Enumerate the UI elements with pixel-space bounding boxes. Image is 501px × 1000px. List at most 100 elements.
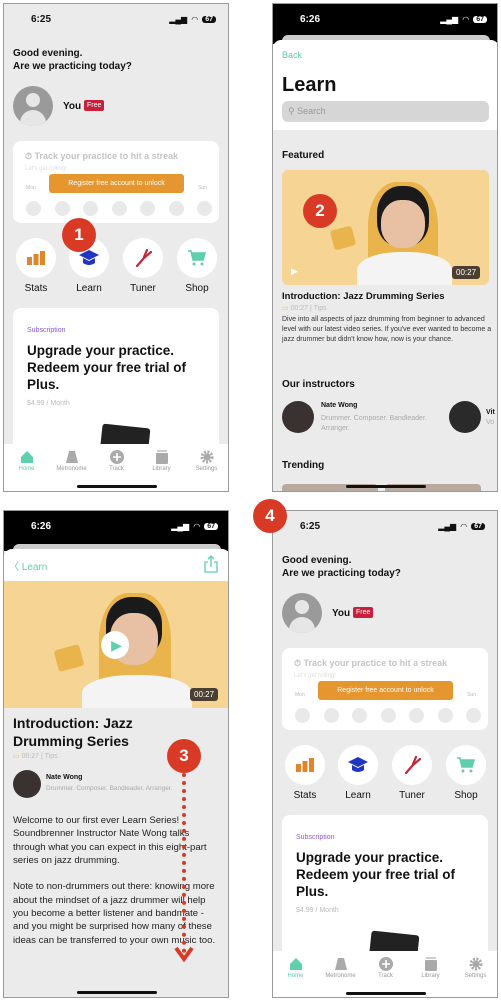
scroll-arrow-line [182, 773, 186, 953]
shop-button[interactable] [177, 238, 217, 278]
greeting: Good evening. Are we practicing today? [13, 47, 132, 73]
instructor-name[interactable]: Nate Wong [321, 402, 357, 409]
page-title: Learn [282, 74, 337, 96]
shortcut-label: Shop [454, 790, 478, 801]
shop-button[interactable] [446, 745, 486, 785]
learn-button[interactable] [338, 745, 378, 785]
instructor-role: Drummer. Composer. Bandleader. Arranger. [321, 415, 427, 432]
status-icons: ▂▄▆ ◠ 67 [169, 15, 216, 24]
instructor-name[interactable]: Nate Wong [46, 774, 82, 781]
learn-header: Back Learn ⚲ Search [273, 40, 497, 130]
wifi-icon: ◠ [460, 522, 468, 531]
back-button[interactable]: Back [282, 50, 302, 60]
timer-icon: ⏱ [294, 658, 304, 668]
wifi-icon: ◠ [191, 15, 199, 24]
day-circle [409, 708, 424, 723]
avatar[interactable] [282, 593, 322, 633]
shortcut-label: Stats [293, 790, 317, 801]
streak-title: ⏱ Track your practice to hit a streak [25, 151, 179, 161]
status-time: 6:25 [31, 14, 52, 25]
instructor-name[interactable]: Vit [486, 409, 495, 416]
share-icon[interactable] [204, 555, 218, 573]
home-indicator [346, 485, 426, 488]
signal-icon: ▂▄▆ [171, 522, 190, 531]
instructors-heading: Our instructors [282, 379, 355, 390]
tab-home[interactable]: Home [273, 957, 318, 979]
tab-home[interactable]: Home [4, 450, 49, 472]
featured-video[interactable]: ▶ 00:27 [282, 170, 489, 285]
tuner-button[interactable] [392, 745, 432, 785]
graduation-cap-icon [79, 250, 99, 265]
home-indicator [77, 991, 157, 994]
play-icon: ▶ [291, 266, 298, 276]
subscription-heading: Upgrade your practice. Redeem your free t… [296, 850, 456, 899]
cart-icon [188, 250, 206, 266]
tab-library[interactable]: Library [139, 450, 184, 472]
bar-chart-icon [296, 758, 314, 772]
register-button[interactable]: Register free account to unlock [49, 174, 184, 193]
detail-header: 〈 Learn [4, 549, 228, 581]
stats-button[interactable] [16, 238, 56, 278]
duration-badge: 00:27 [190, 688, 219, 701]
battery-icon: 67 [204, 523, 218, 530]
day-label: Sun [198, 185, 207, 191]
stats-button[interactable] [285, 745, 325, 785]
status-bar: 6:26 ▂▄▆ ◠ 67 [4, 511, 228, 554]
tuning-fork-icon [135, 249, 152, 267]
plus-circle-icon [109, 450, 124, 464]
home-screen: 6:25 ▂▄▆ ◠ 67 Good evening. Are we practici… [272, 510, 498, 998]
tab-bar: Home Metronome Track Library Settings [4, 444, 228, 491]
signal-icon: ▂▄▆ [440, 15, 459, 24]
video-title: Introduction: Jazz Drumming Series [13, 715, 133, 749]
step-badge-2: 2 [303, 194, 337, 228]
chevron-left-icon: 〈 [9, 562, 22, 573]
tab-metronome[interactable]: Metronome [318, 957, 363, 979]
graduation-cap-icon [348, 757, 368, 772]
status-time: 6:25 [300, 521, 321, 532]
trending-heading: Trending [282, 460, 325, 471]
day-circle [168, 201, 184, 216]
day-circle [197, 201, 212, 216]
greeting-line: Are we practicing today? [13, 61, 132, 72]
search-input[interactable]: ⚲ Search [282, 101, 489, 122]
subscription-card[interactable]: Subscription Upgrade your practice. Redee… [13, 308, 219, 458]
user-name: You [332, 608, 351, 619]
shortcut-label: Learn [345, 790, 371, 801]
home-icon [289, 958, 302, 970]
price: $4.99 / Month [296, 907, 339, 914]
tab-track[interactable]: Track [94, 450, 139, 472]
wifi-icon: ◠ [193, 522, 201, 531]
subscription-label: Subscription [27, 327, 66, 334]
play-button[interactable]: ▶ [101, 631, 129, 659]
library-icon [155, 450, 168, 464]
tuner-button[interactable] [123, 238, 163, 278]
subscription-card[interactable]: Subscription Upgrade your practice. Redee… [282, 815, 488, 965]
instructor-avatar[interactable] [282, 401, 314, 433]
greeting-line: Are we practicing today? [282, 568, 401, 579]
tab-settings[interactable]: Settings [184, 450, 228, 472]
register-button[interactable]: Register free account to unlock [318, 681, 453, 700]
shortcut-label: Shop [185, 283, 209, 294]
battery-icon: 67 [471, 523, 485, 530]
shortcut-label: Tuner [130, 283, 156, 294]
greeting-line: Good evening. [13, 48, 83, 59]
back-button[interactable]: 〈 Learn [9, 558, 47, 573]
day-circle [54, 201, 70, 216]
instructor-avatar[interactable] [13, 770, 41, 798]
battery-icon: 67 [473, 16, 487, 23]
learn-screen: 6:26 ▂▄▆ ◠ 67 Back Learn ⚲ Search Featured… [272, 3, 498, 492]
tab-track[interactable]: Track [363, 957, 408, 979]
video-player[interactable]: ▶ 00:27 [4, 581, 228, 708]
tab-settings[interactable]: Settings [453, 957, 497, 979]
day-label: Mon [26, 185, 36, 191]
tuning-fork-icon [404, 756, 421, 774]
shortcut-label: Stats [24, 283, 48, 294]
status-icons: ▂▄▆ ◠ 67 [438, 522, 485, 531]
tab-metronome[interactable]: Metronome [49, 450, 94, 472]
user-name: You [63, 101, 82, 112]
day-circle [140, 201, 155, 216]
avatar[interactable] [13, 86, 53, 126]
tab-library[interactable]: Library [408, 957, 453, 979]
home-icon [20, 451, 33, 463]
instructor-avatar[interactable] [449, 401, 481, 433]
